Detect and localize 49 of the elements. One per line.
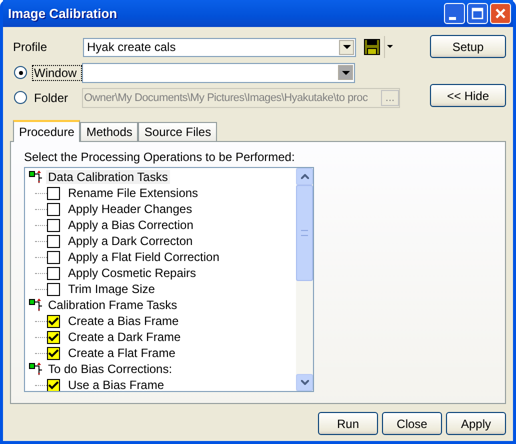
- tree-item[interactable]: Trim Image Size: [68, 282, 155, 296]
- dialog-button[interactable]: Apply: [446, 412, 506, 435]
- group-node-icon: [29, 298, 43, 312]
- tree-item[interactable]: Rename File Extensions: [68, 186, 198, 200]
- minimize-button[interactable]: [444, 3, 465, 24]
- tab[interactable]: Source Files: [138, 122, 218, 141]
- dialog-button[interactable]: << Hide: [430, 84, 506, 107]
- tree-item[interactable]: Create a Dark Frame: [68, 330, 181, 344]
- checkbox[interactable]: [47, 202, 60, 216]
- radio-button[interactable]: [14, 91, 27, 104]
- instruction-text: Select the Processing Operations to be Performed:: [24, 150, 296, 164]
- tree-group[interactable]: Data Calibration Tasks: [46, 170, 170, 184]
- radio-label[interactable]: Folder: [32, 90, 82, 106]
- tree-item[interactable]: Create a Flat Frame: [68, 346, 176, 360]
- checkbox[interactable]: [47, 282, 60, 296]
- profile-dropdown[interactable]: Hyak create cals: [83, 38, 356, 56]
- checkbox[interactable]: [47, 314, 60, 328]
- dialog-button[interactable]: Close: [382, 412, 442, 435]
- checkbox[interactable]: [47, 186, 60, 200]
- radio-button[interactable]: [14, 66, 27, 79]
- profile-label: Profile: [13, 40, 48, 54]
- tree-item[interactable]: Apply a Bias Correction: [68, 218, 194, 232]
- tree-group[interactable]: Calibration Frame Tasks: [46, 298, 180, 312]
- checkbox[interactable]: [47, 346, 60, 360]
- checkbox[interactable]: [47, 330, 60, 344]
- vertical-scrollbar[interactable]: [296, 168, 313, 391]
- tree-item[interactable]: Apply Header Changes: [68, 202, 192, 216]
- caret-icon[interactable]: [384, 36, 395, 58]
- checkbox[interactable]: [47, 250, 60, 264]
- checkbox[interactable]: [47, 234, 60, 248]
- tree-item[interactable]: Apply a Flat Field Correction: [68, 250, 220, 264]
- checkbox[interactable]: [47, 266, 60, 280]
- window-title: Image Calibration: [8, 6, 118, 21]
- dialog-button[interactable]: Setup: [430, 35, 506, 58]
- close-button[interactable]: [490, 3, 511, 24]
- tree-item[interactable]: Use a Bias Frame: [68, 378, 164, 391]
- tree-item[interactable]: Apply a Dark Correcton: [68, 234, 193, 248]
- checkbox[interactable]: [47, 218, 60, 232]
- group-node-icon: [29, 170, 43, 184]
- tree-group[interactable]: To do Bias Corrections:: [46, 362, 174, 376]
- tree-item[interactable]: Apply Cosmetic Repairs: [68, 266, 196, 280]
- maximize-button[interactable]: [467, 3, 488, 24]
- minimize-icon: [448, 17, 456, 20]
- group-node-icon: [29, 362, 43, 376]
- tab[interactable]: Methods: [80, 122, 138, 141]
- checkbox[interactable]: [47, 378, 60, 391]
- dialog-button[interactable]: Run: [318, 412, 378, 435]
- tab[interactable]: Procedure: [13, 120, 80, 142]
- tree-item[interactable]: Create a Bias Frame: [68, 314, 179, 328]
